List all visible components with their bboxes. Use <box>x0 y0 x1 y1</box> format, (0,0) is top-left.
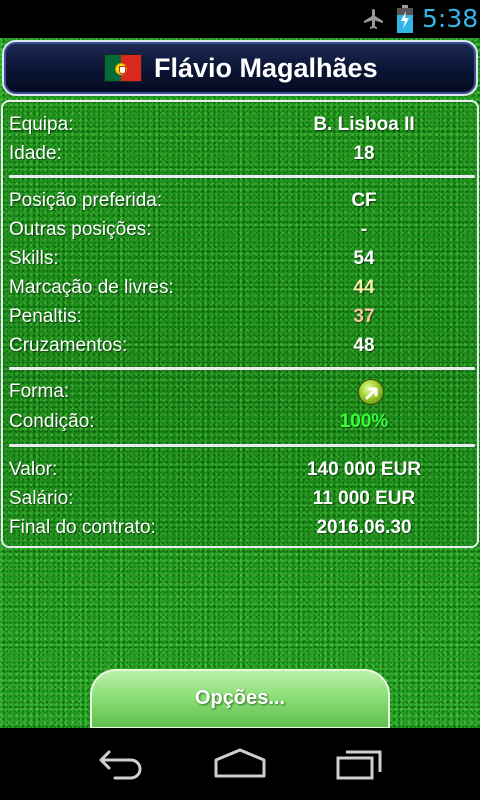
skills-row: Skills: 54 <box>9 248 475 277</box>
age-value: 18 <box>353 143 375 164</box>
other-positions-value: - <box>360 219 368 240</box>
divider <box>9 367 475 370</box>
status-clock: 5:38 <box>422 4 479 33</box>
free-kicks-row: Marcação de livres: 44 <box>9 277 475 306</box>
team-label: Equipa: <box>9 114 74 135</box>
salary-label: Salário: <box>9 488 74 509</box>
salary-value: 11 000 EUR <box>312 488 416 509</box>
options-button[interactable]: Opções... <box>90 669 390 729</box>
back-icon[interactable] <box>93 746 147 780</box>
condition-label: Condição: <box>9 411 95 432</box>
free-kicks-value: 44 <box>353 277 375 298</box>
contract-end-value: 2016.06.30 <box>316 517 412 538</box>
skills-label: Skills: <box>9 248 59 269</box>
player-name: Flávio Magalhães <box>154 53 378 83</box>
team-row: Equipa: B. Lisboa II <box>9 114 475 143</box>
player-info-panel: Equipa: B. Lisboa II Idade: 18 Posição p… <box>1 100 479 548</box>
airplane-mode-icon <box>362 7 386 31</box>
value-label: Valor: <box>9 459 58 480</box>
penalties-row: Penaltis: 37 <box>9 306 475 335</box>
navigation-bar <box>0 728 480 800</box>
penalties-label: Penaltis: <box>9 306 82 327</box>
condition-row: Condição: 100% <box>9 411 475 440</box>
portugal-flag-icon <box>104 54 142 82</box>
free-kicks-label: Marcação de livres: <box>9 277 174 298</box>
age-row: Idade: 18 <box>9 143 475 172</box>
status-bar: 5:38 <box>0 0 480 38</box>
value-value: 140 000 EUR <box>306 459 422 480</box>
options-button-label: Opções... <box>194 687 286 709</box>
preferred-position-row: Posição preferida: CF <box>9 190 475 219</box>
form-up-arrow-icon <box>358 379 384 405</box>
other-positions-row: Outras posições: - <box>9 219 475 248</box>
skills-value: 54 <box>353 248 375 269</box>
contract-end-label: Final do contrato: <box>9 517 156 538</box>
condition-value: 100% <box>339 411 389 432</box>
crosses-value: 48 <box>353 335 375 356</box>
team-value: B. Lisboa II <box>313 114 415 135</box>
divider <box>9 444 475 447</box>
form-label: Forma: <box>9 381 70 402</box>
salary-row: Salário: 11 000 EUR <box>9 488 475 517</box>
preferred-position-value: CF <box>351 190 377 211</box>
battery-charging-icon <box>396 5 414 33</box>
contract-end-row: Final do contrato: 2016.06.30 <box>9 517 475 546</box>
other-positions-label: Outras posições: <box>9 219 152 240</box>
recent-apps-icon[interactable] <box>333 746 387 780</box>
divider <box>9 175 475 178</box>
penalties-value: 37 <box>353 306 375 327</box>
crosses-label: Cruzamentos: <box>9 335 128 356</box>
value-row: Valor: 140 000 EUR <box>9 459 475 488</box>
home-icon[interactable] <box>213 746 267 780</box>
form-row: Forma: <box>9 379 475 410</box>
preferred-position-label: Posição preferida: <box>9 190 163 211</box>
player-header: Flávio Magalhães <box>2 40 478 96</box>
age-label: Idade: <box>9 143 62 164</box>
crosses-row: Cruzamentos: 48 <box>9 335 475 364</box>
